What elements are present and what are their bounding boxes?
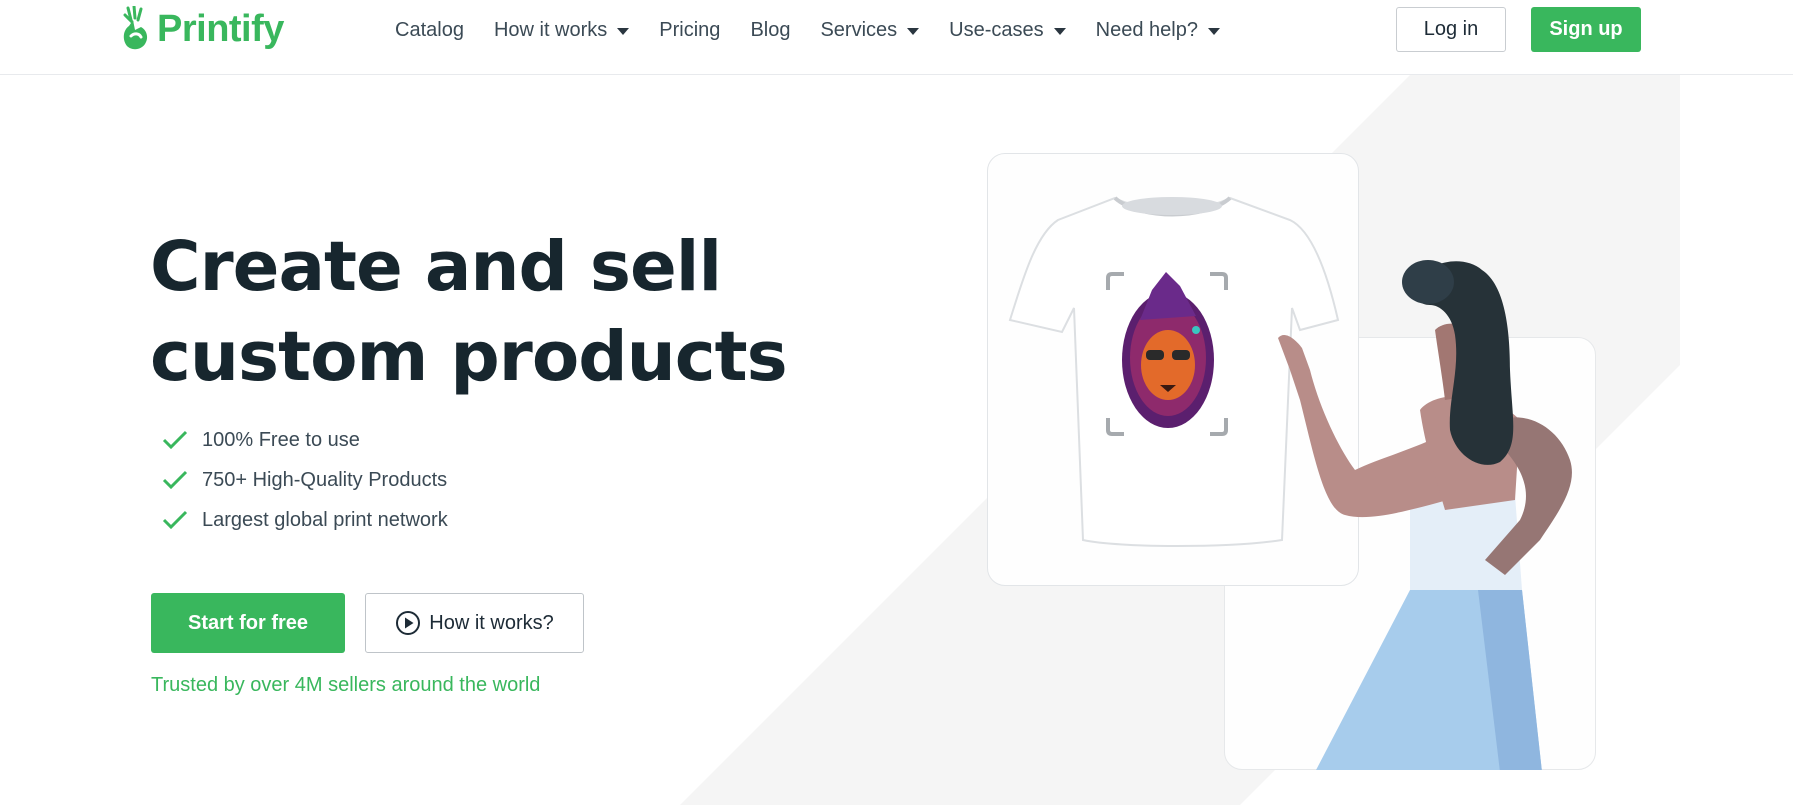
- feature-list: 100% Free to use 750+ High-Quality Produ…: [162, 420, 448, 540]
- hero-title: Create and sell custom products: [150, 222, 790, 402]
- feature-text: 100% Free to use: [202, 428, 360, 451]
- nav-item-blog[interactable]: Blog: [750, 19, 790, 42]
- check-icon: [162, 510, 188, 530]
- play-circle-icon: [396, 611, 421, 635]
- woman-illustration: [1278, 260, 1572, 770]
- login-button[interactable]: Log in: [1396, 7, 1506, 52]
- caret-down-icon: [1207, 27, 1220, 35]
- nav-item-services[interactable]: Services: [820, 18, 920, 42]
- signup-button[interactable]: Sign up: [1531, 7, 1641, 52]
- caret-down-icon: [907, 27, 920, 35]
- nav-item-label: Need help?: [1095, 18, 1198, 41]
- brand-name: Printify: [157, 7, 284, 50]
- printify-logo[interactable]: Printify: [119, 6, 284, 52]
- nav-item-need-help[interactable]: Need help?: [1096, 19, 1220, 42]
- feature-item: 100% Free to use: [162, 420, 448, 460]
- check-icon: [162, 470, 188, 490]
- nav-item-label: Catalog: [395, 18, 464, 41]
- nav-item-label: Services: [820, 18, 898, 41]
- check-icon: [162, 430, 188, 450]
- caret-down-icon: [1053, 27, 1066, 35]
- printify-logo-icon: [123, 6, 148, 50]
- feature-item: 750+ High-Quality Products: [162, 460, 448, 500]
- site-header: Printify Catalog How it works Pricing Bl…: [0, 0, 1793, 75]
- hero-title-line-1: Create and sell: [150, 227, 722, 307]
- nav-item-label: Pricing: [659, 18, 721, 41]
- feature-text: 750+ High-Quality Products: [202, 468, 448, 491]
- how-it-works-button[interactable]: How it works?: [365, 593, 584, 653]
- start-for-free-button[interactable]: Start for free: [151, 593, 345, 653]
- caret-down-icon: [617, 27, 630, 35]
- nav-item-label: How it works: [493, 18, 608, 41]
- nav-item-catalog[interactable]: Catalog: [395, 19, 464, 42]
- nav-item-how-it-works[interactable]: How it works: [493, 18, 630, 42]
- how-it-works-label: How it works?: [429, 611, 554, 634]
- nav-item-label: Use-cases: [949, 18, 1044, 41]
- trusted-text: Trusted by over 4M sellers around the wo…: [151, 674, 541, 696]
- nav-item-use-cases[interactable]: Use-cases: [949, 18, 1066, 42]
- nav-item-label: Blog: [750, 18, 791, 41]
- hero-title-line-2: custom products: [150, 317, 788, 397]
- feature-text: Largest global print network: [202, 508, 448, 531]
- main-nav: Catalog How it works Pricing Blog Servic…: [395, 0, 1250, 60]
- feature-item: Largest global print network: [162, 500, 448, 540]
- nav-item-pricing[interactable]: Pricing: [659, 19, 720, 42]
